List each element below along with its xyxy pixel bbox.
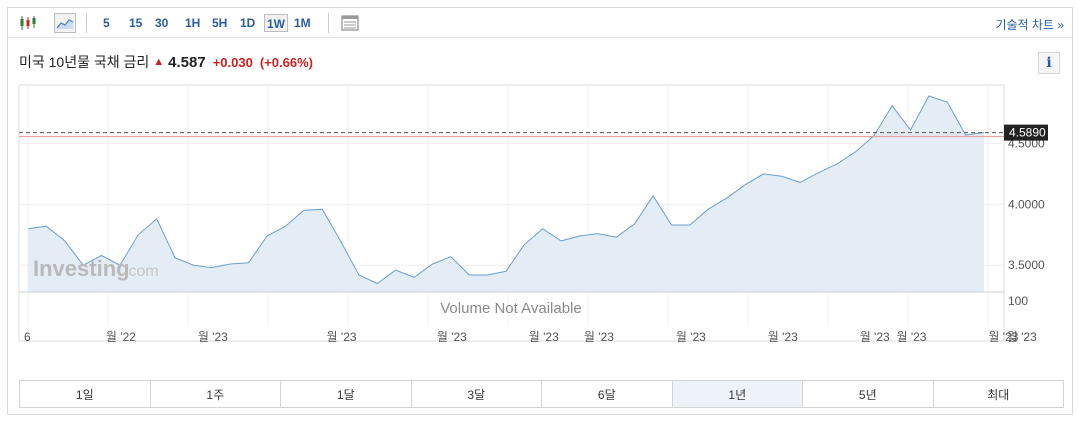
chart-widget: 5 15 30 1H 5H 1D 1W 1M 기술적 차트 » 미국 10년물 국채 금리 ▲… bbox=[7, 7, 1073, 415]
x-tick-label: 월 '22 bbox=[106, 330, 136, 344]
x-tick-label: 월 '23 bbox=[198, 330, 228, 344]
volume-not-available: Volume Not Available bbox=[440, 300, 581, 317]
investing-watermark-suffix: .com bbox=[124, 263, 159, 280]
last-value-label: 4.5890 bbox=[1009, 126, 1046, 140]
range-button-8[interactable]: 최대 bbox=[933, 381, 1063, 407]
x-tick-label: 6 bbox=[24, 330, 31, 344]
x-tick-label: 월 '23 bbox=[584, 330, 614, 344]
investing-watermark: Investing bbox=[33, 256, 130, 281]
x-tick-label: 월 '23 bbox=[768, 330, 798, 344]
x-tick-label: 월 '23 bbox=[1007, 330, 1037, 344]
range-button-2[interactable]: 1주 bbox=[150, 381, 281, 407]
last-value-tag: 4.5890 bbox=[1004, 124, 1048, 141]
y-tick-label: 3.5000 bbox=[1008, 258, 1045, 272]
x-tick-label: 월 '23 bbox=[529, 330, 559, 344]
range-button-3[interactable]: 1달 bbox=[281, 381, 412, 407]
range-button-1[interactable]: 1일 bbox=[20, 381, 151, 407]
range-button-6[interactable]: 1년 bbox=[672, 381, 803, 407]
x-tick-label: 월 '23 bbox=[896, 330, 926, 344]
y-tick-label: 4.0000 bbox=[1008, 197, 1045, 211]
x-tick-label: 월 '23 bbox=[676, 330, 706, 344]
range-button-4[interactable]: 3달 bbox=[411, 381, 542, 407]
volume-axis-label: 100 bbox=[1008, 294, 1028, 308]
x-tick-label: 월 '23 bbox=[437, 330, 467, 344]
price-area-fill bbox=[28, 96, 984, 292]
range-button-5[interactable]: 6달 bbox=[542, 381, 673, 407]
range-selector: 1일 1주 1달 3달 6달 1년 5년 최대 bbox=[19, 380, 1064, 408]
x-tick-label: 월 '23 bbox=[327, 330, 357, 344]
x-tick-label: 월 '23 bbox=[860, 330, 890, 344]
range-button-7[interactable]: 5년 bbox=[803, 381, 934, 407]
price-chart: 3.50004.00004.5000 4.5890 Investing .com… bbox=[18, 84, 1048, 344]
